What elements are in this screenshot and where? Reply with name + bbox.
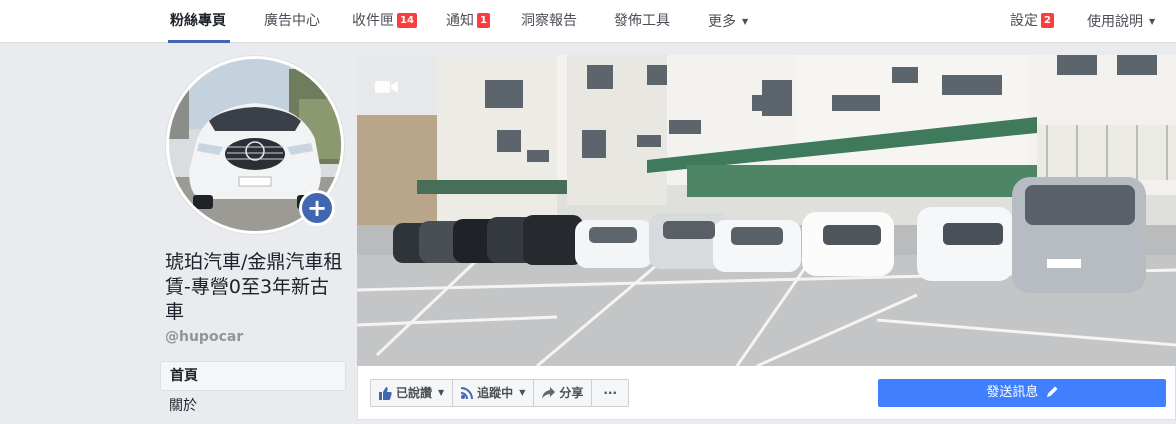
send-message-label: 發送訊息 — [986, 385, 1039, 400]
send-message-button[interactable]: 發送訊息 — [878, 379, 1166, 407]
share-label: 分享 — [559, 386, 584, 400]
nav-tab-publishing-tools[interactable]: 發佈工具 — [614, 0, 670, 43]
page-username[interactable]: @hupocar — [165, 329, 243, 345]
left-nav-item-about[interactable]: 關於 — [160, 391, 346, 421]
share-button[interactable]: 分享 — [534, 379, 593, 407]
share-arrow-icon — [542, 387, 556, 399]
page-actions-group: 已說讚 ▼ 追蹤中 ▼ 分享 ··· — [370, 379, 630, 407]
nav-tab-page[interactable]: 粉絲專頁 — [168, 0, 230, 43]
caret-down-icon: ▼ — [1149, 17, 1156, 26]
notifications-badge: 1 — [477, 13, 490, 28]
cover-photo[interactable] — [357, 55, 1176, 366]
nav-tab-publishing-tools-label: 發佈工具 — [614, 13, 670, 29]
nav-help[interactable]: 使用說明 ▼ — [1087, 0, 1155, 43]
nav-tab-insights-label: 洞察報告 — [521, 13, 577, 29]
nav-tab-more[interactable]: 更多 ▼ — [708, 0, 748, 43]
nav-tab-ad-center[interactable]: 廣告中心 — [264, 0, 320, 43]
video-camera-icon[interactable] — [375, 79, 399, 95]
nav-settings-label: 設定 — [1010, 13, 1038, 29]
nav-tab-more-label: 更多 — [708, 14, 736, 30]
following-button[interactable]: 追蹤中 ▼ — [453, 379, 535, 407]
left-nav-item-home[interactable]: 首頁 — [160, 361, 346, 391]
parking-lot-image — [357, 55, 1176, 366]
nav-tab-ad-center-label: 廣告中心 — [264, 13, 320, 29]
add-profile-picture-button[interactable]: + — [299, 190, 335, 226]
settings-badge: 2 — [1041, 13, 1054, 28]
top-navigation: 粉絲專頁 廣告中心 收件匣 14 通知 1 洞察報告 發佈工具 更多 ▼ 設定 2 使用… — [0, 0, 1176, 43]
liked-label: 已說讚 — [396, 386, 433, 400]
nav-tab-page-label: 粉絲專頁 — [170, 13, 226, 29]
nav-tab-notifications-label: 通知 — [446, 13, 474, 29]
nav-tab-inbox-label: 收件匣 — [352, 13, 394, 29]
caret-down-icon: ▼ — [519, 388, 526, 397]
plus-icon: + — [302, 193, 332, 223]
more-options-button[interactable]: ··· — [592, 379, 630, 407]
page-title: 琥珀汽車/金鼎汽車租賃-專營0至3年新古車 — [165, 251, 343, 323]
caret-down-icon: ▼ — [438, 388, 445, 397]
nav-tab-notifications[interactable]: 通知 1 — [446, 0, 490, 43]
inbox-badge: 14 — [397, 13, 417, 28]
nav-tab-inbox[interactable]: 收件匣 14 — [352, 0, 417, 43]
page-left-navigation: 首頁 關於 — [160, 361, 346, 421]
page-action-bar: 已說讚 ▼ 追蹤中 ▼ 分享 ··· 發送訊息 — [357, 366, 1176, 420]
nav-tab-insights[interactable]: 洞察報告 — [521, 0, 577, 43]
following-label: 追蹤中 — [477, 386, 514, 400]
thumbs-up-icon — [379, 386, 392, 400]
nav-settings[interactable]: 設定 2 — [1010, 0, 1054, 43]
liked-button[interactable]: 已說讚 ▼ — [370, 379, 454, 407]
nav-help-label: 使用說明 — [1087, 14, 1143, 30]
pencil-icon — [1046, 381, 1058, 407]
rss-icon — [461, 387, 474, 399]
caret-down-icon: ▼ — [742, 17, 749, 26]
more-options-label: ··· — [603, 386, 618, 400]
